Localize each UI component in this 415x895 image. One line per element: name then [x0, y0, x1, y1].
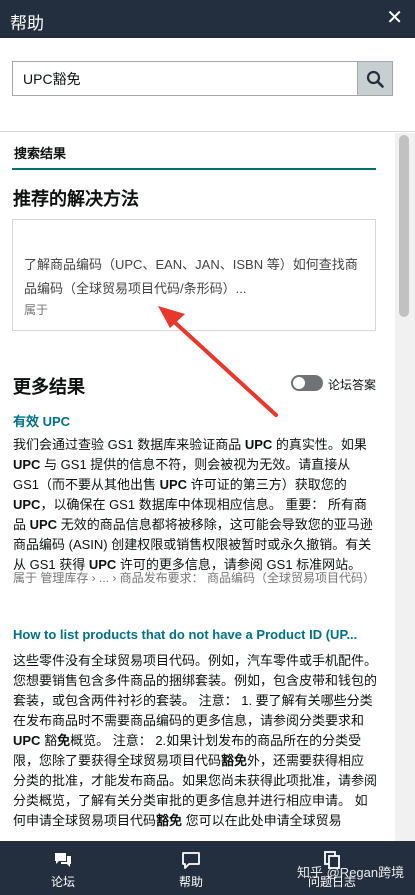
- help-chat-icon: [182, 852, 200, 869]
- nav-help-label: 帮助: [178, 875, 203, 889]
- result-meta-valid-upc: 属于 管理库存 › ... › 商品发布要求： 商品编码（全球贸易项目代码）: [13, 571, 376, 585]
- scroll-thumb[interactable]: [399, 135, 409, 317]
- panel-title: 帮助: [10, 14, 44, 33]
- result-body-list-products: 这些零件没有全球贸易项目代码。例如，汽车零件或手机配件。 您想要销售包含多件商品…: [13, 653, 378, 828]
- nav-forum[interactable]: 论坛: [8, 841, 118, 895]
- results-scrollbar[interactable]: [395, 133, 415, 841]
- nav-forum-label: 论坛: [50, 875, 75, 889]
- search-results-content: 搜索结果 推荐的解决方法 了解商品编码（UPC、EAN、JAN、ISBN 等）如…: [0, 133, 392, 841]
- nav-help[interactable]: 帮助: [136, 841, 246, 895]
- tab-search-results[interactable]: 搜索结果: [14, 143, 66, 162]
- search-area: [0, 38, 415, 132]
- result-title-list-products[interactable]: How to list products that do not have a …: [13, 627, 357, 642]
- result-title-valid-upc[interactable]: 有效 UPC: [13, 411, 70, 430]
- recommended-card[interactable]: 了解商品编码（UPC、EAN、JAN、ISBN 等）如何查找商品编码（全球贸易项…: [12, 219, 376, 331]
- recommended-heading: 推荐的解决方法: [13, 189, 139, 209]
- search-button[interactable]: [357, 61, 393, 96]
- watermark: 知乎 @Regan跨境: [297, 865, 405, 880]
- recommended-card-text: 了解商品编码（UPC、EAN、JAN、ISBN 等）如何查找商品编码（全球贸易项…: [24, 257, 358, 296]
- search-icon: [366, 70, 384, 88]
- close-icon[interactable]: ✕: [386, 8, 403, 28]
- more-results-heading: 更多结果: [13, 377, 85, 397]
- toggle-knob: [293, 377, 305, 389]
- tab-underline: [12, 168, 376, 170]
- search-input[interactable]: [12, 61, 358, 96]
- forum-answers-toggle[interactable]: [291, 375, 323, 391]
- forum-icon: [55, 853, 71, 867]
- help-panel-header: 帮助 ✕: [0, 0, 415, 38]
- forum-answers-label: 论坛答案: [328, 378, 377, 392]
- recommended-card-meta: 属于: [24, 303, 49, 317]
- result-body-valid-upc: 我们会通过查验 GS1 数据库来验证商品 UPC 的真实性。如果 UPC 与 G…: [13, 437, 373, 572]
